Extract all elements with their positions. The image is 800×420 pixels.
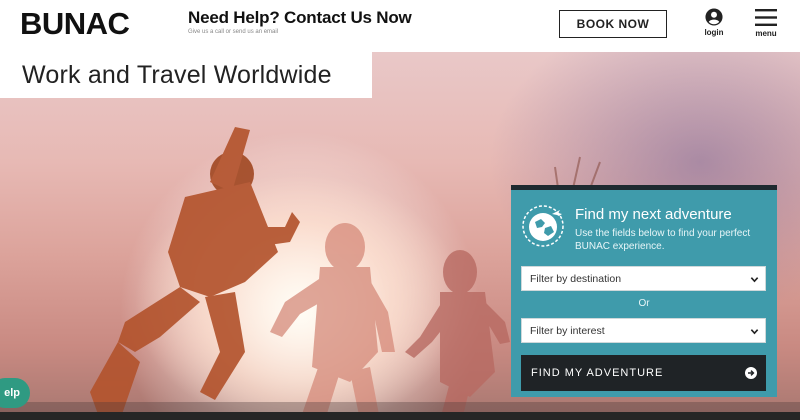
bottom-strip — [0, 412, 800, 420]
bunac-logo[interactable]: BUNAC — [20, 6, 130, 42]
interest-select[interactable]: Filter by interest — [521, 318, 766, 343]
globe-plane-icon — [522, 205, 564, 247]
panel-title: Find my next adventure — [575, 206, 732, 223]
destination-select[interactable]: Filter by destination — [521, 266, 766, 291]
site-header: BUNAC Need Help? Contact Us Now Give us … — [0, 0, 800, 52]
hamburger-icon — [755, 9, 777, 26]
destination-select-value: Filter by destination — [530, 272, 622, 285]
chevron-down-icon — [750, 277, 759, 283]
arrow-right-circle-icon — [745, 367, 757, 379]
login-button[interactable]: login — [701, 8, 727, 37]
panel-description: Use the fields below to find your perfec… — [575, 228, 751, 252]
login-label: login — [704, 28, 724, 37]
help-chat-button[interactable]: elp — [0, 378, 30, 408]
find-adventure-label: FIND MY ADVENTURE — [531, 367, 664, 379]
menu-button[interactable]: menu — [753, 9, 779, 38]
help-subtitle: Give us a call or send us an email — [188, 29, 279, 35]
chevron-down-icon — [750, 329, 759, 335]
adventure-finder-panel: Find my next adventure Use the fields be… — [511, 185, 777, 397]
interest-select-value: Filter by interest — [530, 324, 605, 337]
help-title[interactable]: Need Help? Contact Us Now — [188, 8, 412, 28]
menu-label: menu — [755, 29, 777, 38]
book-now-button[interactable]: BOOK NOW — [559, 10, 667, 38]
or-label: Or — [638, 298, 650, 309]
find-adventure-button[interactable]: FIND MY ADVENTURE — [521, 355, 766, 391]
help-contact[interactable]: Need Help? Contact Us Now Give us a call… — [188, 8, 412, 35]
user-icon — [705, 8, 723, 26]
hero-title: Work and Travel Worldwide — [0, 52, 372, 98]
